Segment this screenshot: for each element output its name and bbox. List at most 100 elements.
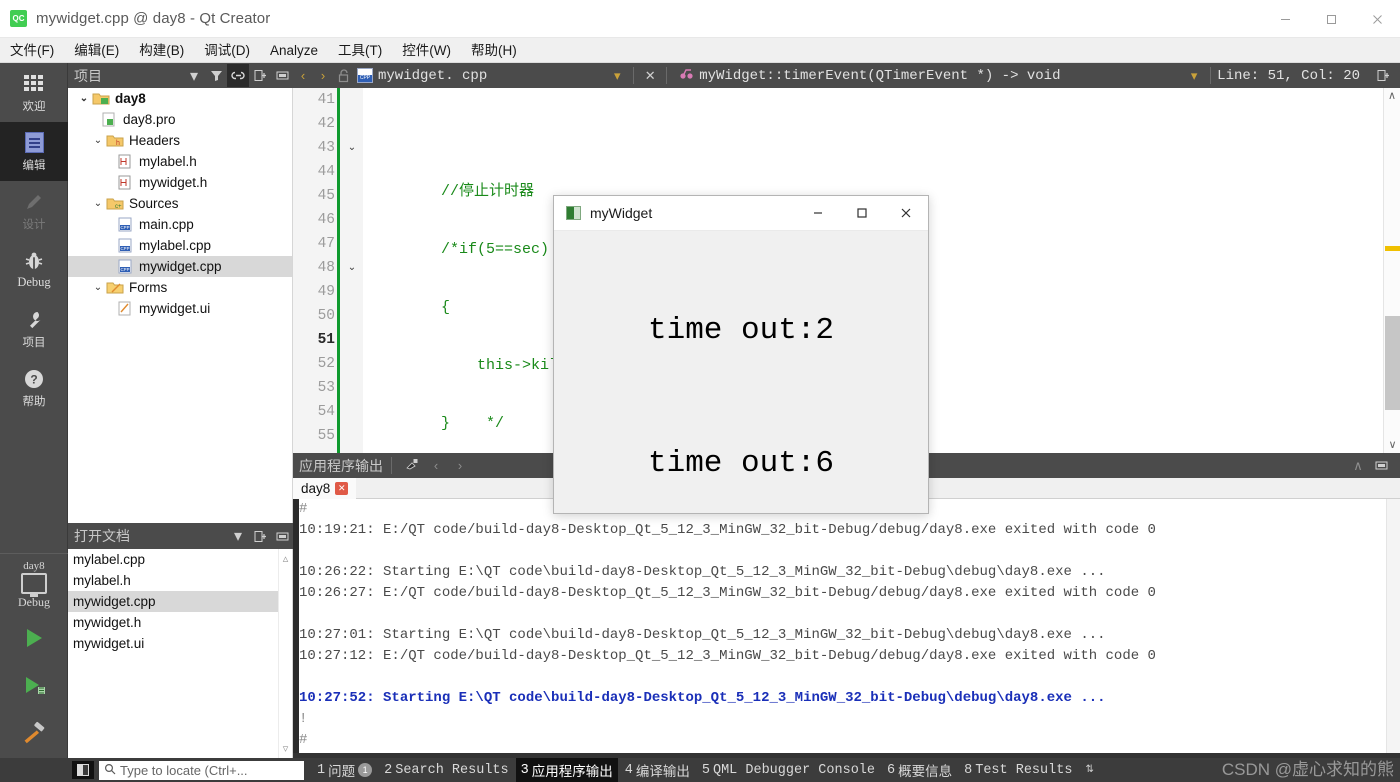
tree-item-headers[interactable]: ⌄ h Headers [68, 130, 292, 151]
scroll-thumb[interactable] [1385, 316, 1400, 410]
split-icon[interactable] [249, 525, 271, 548]
unlocked-icon[interactable] [333, 68, 355, 83]
editor-scrollbar[interactable]: ∧ ∨ [1383, 88, 1400, 453]
close-editor-icon[interactable]: ✕ [640, 68, 660, 84]
status-tab-issues[interactable]: 1 问题 1 [312, 758, 377, 782]
list-item[interactable]: mylabel.cpp [68, 549, 292, 570]
status-tab-application-output[interactable]: 3 应用程序输出 [515, 757, 618, 782]
menu-tools[interactable]: 工具(T) [328, 38, 392, 63]
sidebar-item-welcome[interactable]: 欢迎 [0, 63, 68, 122]
fold-column[interactable]: ⌄ ⌄ [341, 88, 363, 453]
run-button[interactable] [0, 614, 68, 662]
next-item-icon[interactable]: › [448, 458, 472, 473]
close-panel-icon[interactable] [271, 525, 293, 548]
open-documents-scrollbar[interactable]: ▵ ▿ [278, 549, 292, 758]
close-button[interactable] [1354, 0, 1400, 38]
status-tab-general-messages[interactable]: 6 概要信息 [882, 758, 957, 782]
scroll-up-icon[interactable]: ▵ [283, 549, 289, 568]
tree-item-mylabel-h[interactable]: mylabel.h [68, 151, 292, 172]
sidebar-item-edit[interactable]: 编辑 [0, 122, 68, 181]
scroll-up-icon[interactable]: ∧ [1384, 88, 1400, 104]
kit-selector[interactable]: day8 Debug [0, 553, 68, 614]
tree-item-mywidget-ui[interactable]: mywidget.ui [68, 298, 292, 319]
list-item[interactable]: mywidget.cpp [68, 591, 292, 612]
status-tab-search-results[interactable]: 2 Search Results [379, 761, 514, 780]
start-debugging-button[interactable] [0, 662, 68, 710]
list-item[interactable]: mywidget.h [68, 612, 292, 633]
list-item[interactable]: mylabel.h [68, 570, 292, 591]
tree-item-sources[interactable]: ⌄ c+ Sources [68, 193, 292, 214]
split-editor-icon[interactable] [1372, 64, 1394, 87]
navigate-forward-icon[interactable]: › [313, 68, 333, 83]
tree-item-mywidget-h[interactable]: mywidget.h [68, 172, 292, 193]
menu-help[interactable]: 帮助(H) [461, 38, 527, 63]
split-icon[interactable] [249, 64, 271, 87]
project-tree[interactable]: ⌄ day8 day8.pro ⌄ h Headers mylabel.h my… [68, 88, 293, 523]
sidebar-item-debug[interactable]: Debug [0, 240, 68, 299]
tree-item-forms[interactable]: ⌄ Forms [68, 277, 292, 298]
tree-item-main-cpp[interactable]: CPP main.cpp [68, 214, 292, 235]
status-tab-compile-output[interactable]: 4 编译输出 [620, 758, 695, 782]
menu-analyze[interactable]: Analyze [260, 38, 328, 63]
menu-debug[interactable]: 调试(D) [194, 38, 260, 63]
cpp-icon: CPP [116, 217, 134, 232]
chevron-down-icon[interactable]: ⌄ [90, 282, 106, 293]
locator-input[interactable]: Type to locate (Ctrl+... [99, 760, 304, 780]
svg-text:CPP: CPP [120, 267, 129, 272]
tree-item-day8[interactable]: ⌄ day8 [68, 88, 292, 109]
tab-label: 编译输出 [635, 765, 690, 781]
link-with-editor-icon[interactable] [227, 64, 249, 87]
sidebar-item-help[interactable]: ? 帮助 [0, 358, 68, 417]
pane-resize-icon[interactable]: ⇅ [1085, 765, 1093, 775]
toggle-sidebar-icon[interactable] [72, 761, 94, 779]
menu-build[interactable]: 构建(B) [129, 38, 194, 63]
minimize-button[interactable] [1262, 0, 1308, 38]
tree-item-day8-pro[interactable]: day8.pro [68, 109, 292, 130]
menu-file[interactable]: 文件(F) [0, 38, 64, 63]
menu-window[interactable]: 控件(W) [392, 38, 461, 63]
menu-edit[interactable]: 编辑(E) [64, 38, 129, 63]
chevron-down-icon[interactable]: ⌄ [90, 135, 106, 146]
maximize-pane-icon[interactable] [1370, 454, 1392, 477]
chevron-down-icon[interactable]: ⌄ [90, 198, 106, 209]
output-tab-day8[interactable]: day8 ✕ [293, 477, 357, 499]
prev-item-icon[interactable]: ‹ [424, 458, 448, 473]
line-col-indicator[interactable]: Line: 51, Col: 20 [1217, 68, 1360, 84]
status-tab-qml-debugger-console[interactable]: 5 QML Debugger Console [697, 761, 880, 780]
editor-filename[interactable]: mywidget. cpp [378, 68, 487, 84]
filter-icon[interactable] [205, 64, 227, 87]
symbol-dropdown-icon[interactable]: ▾ [1184, 68, 1204, 84]
popup-minimize-button[interactable] [796, 196, 840, 231]
navigate-back-icon[interactable]: ‹ [293, 68, 313, 83]
sidebar-item-design[interactable]: 设计 [0, 181, 68, 240]
toolbar-divider [666, 67, 668, 84]
close-panel-icon[interactable] [271, 64, 293, 87]
tree-item-mywidget-cpp[interactable]: CPP mywidget.cpp [68, 256, 292, 277]
view-selector-dropdown-icon[interactable]: ▾ [183, 64, 205, 87]
qt-creator-logo-icon [10, 10, 27, 27]
status-tab-test-results[interactable]: 8 Test Results [959, 761, 1077, 780]
popup-close-button[interactable] [884, 196, 928, 231]
chevron-down-icon[interactable]: ⌄ [76, 93, 92, 104]
output-line: 10:19:21: E:/QT code/build-day8-Desktop_… [299, 522, 1156, 538]
file-dropdown-icon[interactable]: ▾ [607, 68, 627, 84]
close-icon[interactable]: ✕ [335, 481, 349, 495]
output-pane-body[interactable]: # 10:19:21: E:/QT code/build-day8-Deskto… [293, 499, 1400, 753]
popup-maximize-button[interactable] [840, 196, 884, 231]
tree-item-mylabel-cpp[interactable]: CPP mylabel.cpp [68, 235, 292, 256]
open-documents-list[interactable]: mylabel.cpp mylabel.h mywidget.cpp mywid… [68, 549, 293, 758]
fold-toggle-icon[interactable]: ⌄ [346, 136, 358, 160]
sort-dropdown-icon[interactable]: ▾ [227, 525, 249, 548]
build-button[interactable] [0, 710, 68, 758]
clear-output-icon[interactable] [400, 457, 424, 474]
scroll-down-icon[interactable]: ▿ [283, 739, 289, 758]
fold-toggle-icon[interactable]: ⌄ [346, 256, 358, 280]
sidebar-item-projects[interactable]: 项目 [0, 299, 68, 358]
minimize-pane-icon[interactable]: ∧ [1346, 458, 1370, 474]
list-item[interactable]: mywidget.ui [68, 633, 292, 654]
symbol-selector[interactable]: myWidget::timerEvent(QTimerEvent *) -> v… [679, 66, 1060, 85]
output-scrollbar[interactable] [1386, 499, 1400, 753]
mywidget-window[interactable]: myWidget time out:2 time out:6 [553, 195, 929, 514]
maximize-button[interactable] [1308, 0, 1354, 38]
scroll-down-icon[interactable]: ∨ [1385, 437, 1400, 453]
